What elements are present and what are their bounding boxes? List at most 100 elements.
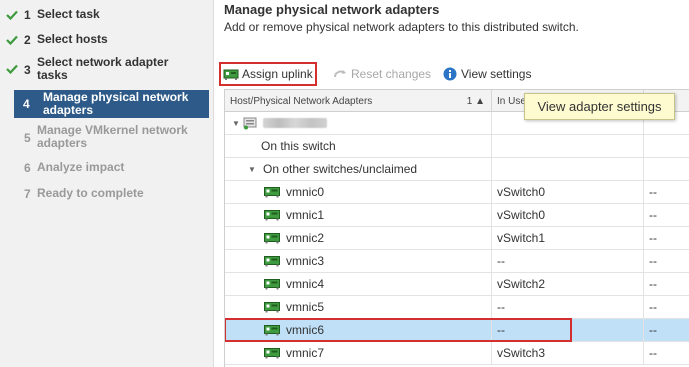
wizard-step-ready-to-complete: 7 Ready to complete [0, 186, 214, 202]
assign-uplink-button[interactable]: Assign uplink [219, 62, 317, 86]
check-icon [0, 33, 24, 47]
adapter-row[interactable]: vmnic4 vSwitch2 -- [225, 273, 689, 296]
step-number: 5 [24, 131, 31, 145]
column-header-label: In Use [497, 95, 526, 107]
adapter-name: vmnic1 [286, 208, 325, 222]
physical-adapters-grid: Host/Physical Network Adapters 1 ▲ In Us… [224, 89, 689, 367]
info-icon [442, 67, 458, 81]
page-subtitle: Add or remove physical network adapters … [224, 20, 579, 34]
view-settings-label: View settings [461, 67, 532, 81]
adapter-name: vmnic0 [286, 185, 325, 199]
check-icon [0, 62, 24, 76]
adapter-uplink-cell: -- [644, 250, 689, 272]
step-label-line: Manage physical network [43, 90, 189, 104]
group-cell: On this switch [225, 135, 492, 157]
adapter-row[interactable]: vmnic7 vSwitch3 -- [225, 342, 689, 365]
group-in-use-cell [492, 158, 644, 180]
group-row-on-other-switches[interactable]: ▼ On other switches/unclaimed [225, 158, 689, 181]
adapter-name: vmnic4 [286, 277, 325, 291]
view-settings-tooltip: View adapter settings [524, 93, 675, 120]
adapter-name: vmnic7 [286, 346, 325, 360]
adapter-name-cell: vmnic1 [225, 204, 492, 226]
collapse-arrow-icon[interactable]: ▼ [231, 119, 241, 128]
adapter-uplink-cell: -- [644, 181, 689, 203]
reset-changes-label: Reset changes [351, 67, 432, 81]
adapter-in-use-cell: vSwitch0 [492, 181, 644, 203]
step-label: Select network adapter tasks [37, 56, 168, 82]
wizard-steps-sidebar: 1 Select task 2 Select hosts 3 Select ne… [0, 0, 214, 367]
step-number: 4 [23, 97, 30, 111]
network-adapter-icon [264, 187, 280, 198]
column-header-adapters[interactable]: Host/Physical Network Adapters 1 ▲ [225, 90, 492, 112]
adapter-name-cell: vmnic0 [225, 181, 492, 203]
step-label: Manage VMkernel network adapters [37, 124, 188, 150]
adapter-name-cell: vmnic3 [225, 250, 492, 272]
wizard-step-select-network-adapter-tasks[interactable]: 3 Select network adapter tasks [0, 56, 214, 82]
step-number: 3 [24, 63, 31, 77]
adapter-row[interactable]: vmnic5 -- -- [225, 296, 689, 319]
network-adapter-icon [264, 210, 280, 221]
wizard-step-select-hosts[interactable]: 2 Select hosts [0, 33, 214, 47]
collapse-arrow-icon[interactable]: ▼ [247, 165, 257, 174]
step-label-line: adapters [37, 136, 88, 150]
step-number: 2 [24, 33, 31, 47]
network-adapter-icon [264, 256, 280, 267]
adapter-in-use-cell: -- [492, 319, 644, 341]
host-icon [243, 117, 257, 130]
adapter-name-cell: vmnic7 [225, 342, 492, 364]
group-cell: ▼ On other switches/unclaimed [225, 158, 492, 180]
adapter-name-cell: vmnic2 [225, 227, 492, 249]
adapter-in-use-cell: vSwitch0 [492, 204, 644, 226]
adapter-uplink-cell: -- [644, 296, 689, 318]
adapter-in-use-cell: vSwitch2 [492, 273, 644, 295]
check-icon [0, 8, 24, 22]
step-label: Select hosts [37, 32, 108, 46]
adapter-row[interactable]: vmnic0 vSwitch0 -- [225, 181, 689, 204]
adapter-row[interactable]: vmnic1 vSwitch0 -- [225, 204, 689, 227]
network-adapter-icon [264, 348, 280, 359]
toolbar: Assign uplink Reset changes View setting… [215, 62, 689, 86]
wizard-step-select-task[interactable]: 1 Select task [0, 8, 214, 22]
step-label: Manage physical network adapters [43, 91, 188, 117]
adapter-row-selected[interactable]: vmnic6 -- -- [225, 318, 689, 342]
adapter-name-cell: vmnic6 [225, 319, 492, 341]
wizard-step-manage-vmkernel-adapters: 5 Manage VMkernel network adapters [0, 124, 214, 150]
adapter-in-use-cell: -- [492, 250, 644, 272]
step-label-line: Select network adapter [37, 55, 169, 69]
group-uplink-cell [644, 158, 689, 180]
step-number: 6 [24, 161, 31, 175]
group-label: On other switches/unclaimed [263, 162, 418, 176]
adapter-name-cell: vmnic5 [225, 296, 492, 318]
step-label: Select task [37, 7, 100, 21]
host-cell: ▼ [225, 112, 492, 134]
adapter-name: vmnic3 [286, 254, 325, 268]
step-label: Ready to complete [37, 186, 144, 200]
adapter-in-use-cell: vSwitch3 [492, 342, 644, 364]
network-adapter-icon [264, 279, 280, 290]
adapter-name-cell: vmnic4 [225, 273, 492, 295]
network-adapter-assign-icon [223, 67, 239, 81]
column-header-label: Host/Physical Network Adapters [230, 95, 373, 107]
network-adapter-icon [264, 325, 280, 336]
group-row-on-this-switch[interactable]: On this switch [225, 135, 689, 158]
adapter-in-use-cell: vSwitch1 [492, 227, 644, 249]
adapter-name: vmnic6 [286, 323, 325, 337]
main-panel: Manage physical network adapters Add or … [215, 0, 689, 367]
adapter-name: vmnic5 [286, 300, 325, 314]
sort-rank: 1 [466, 95, 473, 107]
view-settings-button[interactable]: View settings [442, 62, 531, 86]
step-number: 7 [24, 187, 31, 201]
adapter-row[interactable]: vmnic2 vSwitch1 -- [225, 227, 689, 250]
wizard-step-manage-physical-adapters[interactable]: 4 Manage physical network adapters [14, 90, 209, 118]
reset-icon [332, 67, 348, 81]
adapter-uplink-cell: -- [644, 273, 689, 295]
adapter-row[interactable]: vmnic3 -- -- [225, 250, 689, 273]
wizard-step-analyze-impact: 6 Analyze impact [0, 161, 214, 176]
network-adapter-icon [264, 233, 280, 244]
group-uplink-cell [644, 135, 689, 157]
step-label-line: tasks [37, 68, 68, 82]
assign-uplink-label: Assign uplink [242, 67, 313, 81]
reset-changes-button[interactable]: Reset changes [332, 62, 431, 86]
host-label [263, 118, 327, 128]
sort-indicator: 1 ▲ [466, 95, 485, 107]
